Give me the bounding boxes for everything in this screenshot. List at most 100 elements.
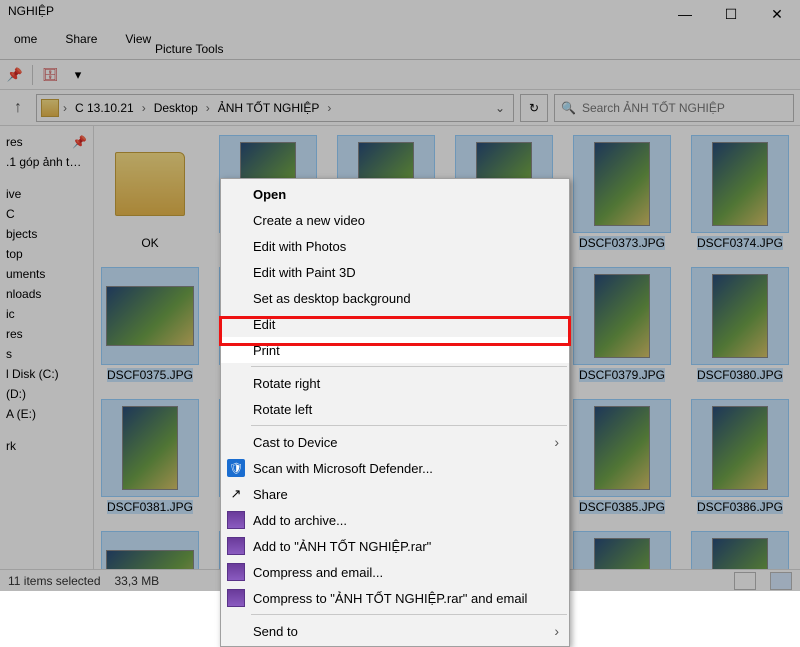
image-thumbnail	[122, 406, 178, 490]
window-title: NGHIỆP	[0, 0, 62, 22]
menu-item-label: Add to archive...	[253, 513, 347, 528]
menu-item-label: Rotate left	[253, 402, 312, 417]
breadcrumb[interactable]: ẢNH TỐT NGHIỆP	[214, 101, 324, 115]
view-details-button[interactable]	[734, 572, 756, 590]
archive-icon	[227, 537, 245, 555]
item-label: DSCF0381.JPG	[107, 500, 193, 514]
breadcrumb[interactable]: C 13.10.21	[71, 101, 138, 115]
tab-home[interactable]: ome	[0, 24, 51, 59]
menu-item-label: Set as desktop background	[253, 291, 411, 306]
menu-item-label: Print	[253, 343, 280, 358]
nav-up-button[interactable]: ↑	[6, 96, 30, 120]
menu-item-label: Scan with Microsoft Defender...	[253, 461, 433, 476]
image-item[interactable]: DSCF0381.JPG	[102, 400, 198, 514]
image-item[interactable]: DSCF0380.JPG	[692, 268, 788, 382]
nav-item[interactable]: res	[4, 324, 89, 344]
menu-item-rotate-left[interactable]: Rotate left	[221, 396, 569, 422]
folder-icon	[115, 152, 185, 216]
image-item[interactable]: DSCF0374.JPG	[692, 136, 788, 250]
image-item[interactable]	[102, 532, 198, 569]
image-item[interactable]: DSCF0386.JPG	[692, 400, 788, 514]
image-thumbnail	[594, 274, 650, 358]
nav-item[interactable]: s	[4, 344, 89, 364]
image-thumbnail	[106, 286, 194, 346]
archive-icon	[227, 511, 245, 529]
menu-item-label: Share	[253, 487, 288, 502]
menu-item-scan-with-microsoft-defender[interactable]: 🛡Scan with Microsoft Defender...	[221, 455, 569, 481]
refresh-button[interactable]: ↻	[520, 94, 548, 122]
image-item[interactable]: DSCF0375.JPG	[102, 268, 198, 382]
view-thumbnails-button[interactable]	[770, 572, 792, 590]
image-item[interactable]	[574, 532, 670, 569]
chevron-right-icon[interactable]: ›	[206, 101, 210, 115]
nav-item[interactable]: (D:)	[4, 384, 89, 404]
item-label: DSCF0375.JPG	[107, 368, 193, 382]
menu-item-cast-to-device[interactable]: Cast to Device›	[221, 429, 569, 455]
menu-item-add-to-archive[interactable]: Add to archive...	[221, 507, 569, 533]
chevron-right-icon[interactable]: ›	[142, 101, 146, 115]
image-item[interactable]: DSCF0379.JPG	[574, 268, 670, 382]
context-menu: Open Create a new video Edit with Photos Ed…	[220, 178, 570, 647]
chevron-right-icon[interactable]: ›	[327, 101, 331, 115]
item-label: DSCF0373.JPG	[579, 236, 665, 250]
address-bar[interactable]: › C 13.10.21 › Desktop › ẢNH TỐT NGHIỆP …	[36, 94, 514, 122]
menu-item-label: Rotate right	[253, 376, 320, 391]
menu-item-print[interactable]: Print	[221, 337, 569, 363]
menu-item-label: Compress and email...	[253, 565, 383, 580]
menu-item-rotate-right[interactable]: Rotate right	[221, 370, 569, 396]
menu-item-label: Edit	[253, 317, 275, 332]
menu-item-compress-and-email[interactable]: Compress and email...	[221, 559, 569, 585]
nav-item[interactable]: A (E:)	[4, 404, 89, 424]
nav-item[interactable]: uments	[4, 264, 89, 284]
nav-item[interactable]: l Disk (C:)	[4, 364, 89, 384]
tab-share[interactable]: Share	[51, 24, 111, 59]
item-label: DSCF0374.JPG	[697, 236, 783, 250]
image-item[interactable]	[692, 532, 788, 569]
address-bar-row: ↑ › C 13.10.21 › Desktop › ẢNH TỐT NGHIỆ…	[0, 90, 800, 126]
dropdown-icon[interactable]: ▾	[67, 64, 89, 86]
menu-item-share[interactable]: ↗Share	[221, 481, 569, 507]
menu-item-add-to-nh-t-t-nghi-p-rar[interactable]: Add to "ẢNH TỐT NGHIỆP.rar"	[221, 533, 569, 559]
image-item[interactable]: DSCF0385.JPG	[574, 400, 670, 514]
ribbon-tabs: ome Share View Picture Tools	[0, 24, 800, 60]
navigation-pane[interactable]: res📌 .1 góp ảnh thàn ive C bjects top um…	[0, 126, 94, 569]
menu-item-label: Open	[253, 187, 286, 202]
image-thumbnail	[106, 550, 194, 569]
folder-item[interactable]: OK	[102, 136, 198, 250]
menu-item-create-a-new-video[interactable]: Create a new video	[221, 207, 569, 233]
menu-item-send-to[interactable]: Send to›	[221, 618, 569, 644]
menu-item-edit[interactable]: Edit	[221, 311, 569, 337]
archive-icon	[227, 589, 245, 607]
nav-item[interactable]: rk	[4, 436, 89, 456]
clipboard-icon[interactable]: 🗄	[39, 64, 61, 86]
tab-picture-tools[interactable]: Picture Tools	[145, 38, 233, 60]
menu-item-edit-with-photos[interactable]: Edit with Photos	[221, 233, 569, 259]
address-dropdown-icon[interactable]: ⌄	[491, 101, 509, 115]
menu-item-set-as-desktop-background[interactable]: Set as desktop background	[221, 285, 569, 311]
menu-item-edit-with-paint-3d[interactable]: Edit with Paint 3D	[221, 259, 569, 285]
nav-item[interactable]: .1 góp ảnh thàn	[4, 152, 89, 172]
nav-item[interactable]: nloads	[4, 284, 89, 304]
pin-icon[interactable]: 📌	[4, 64, 26, 86]
nav-item[interactable]: ive	[4, 184, 89, 204]
nav-item[interactable]: ic	[4, 304, 89, 324]
menu-item-label: Cast to Device	[253, 435, 338, 450]
item-label: DSCF0386.JPG	[697, 500, 783, 514]
nav-item[interactable]: bjects	[4, 224, 89, 244]
nav-item[interactable]: res📌	[4, 132, 89, 152]
menu-item-open[interactable]: Open	[221, 181, 569, 207]
menu-item-compress-to-nh-t-t-nghi-p-rar-and-email[interactable]: Compress to "ẢNH TỐT NGHIỆP.rar" and ema…	[221, 585, 569, 611]
breadcrumb[interactable]: Desktop	[150, 101, 202, 115]
chevron-right-icon: ›	[554, 623, 559, 639]
image-thumbnail	[712, 406, 768, 490]
image-thumbnail	[712, 538, 768, 569]
archive-icon	[227, 563, 245, 581]
folder-icon	[41, 99, 59, 117]
image-item[interactable]: DSCF0373.JPG	[574, 136, 670, 250]
search-input[interactable]: 🔍 Search ẢNH TỐT NGHIỆP	[554, 94, 794, 122]
nav-item[interactable]: top	[4, 244, 89, 264]
nav-item[interactable]: C	[4, 204, 89, 224]
chevron-right-icon[interactable]: ›	[63, 101, 67, 115]
menu-item-label: Edit with Photos	[253, 239, 346, 254]
item-label: OK	[141, 236, 158, 250]
